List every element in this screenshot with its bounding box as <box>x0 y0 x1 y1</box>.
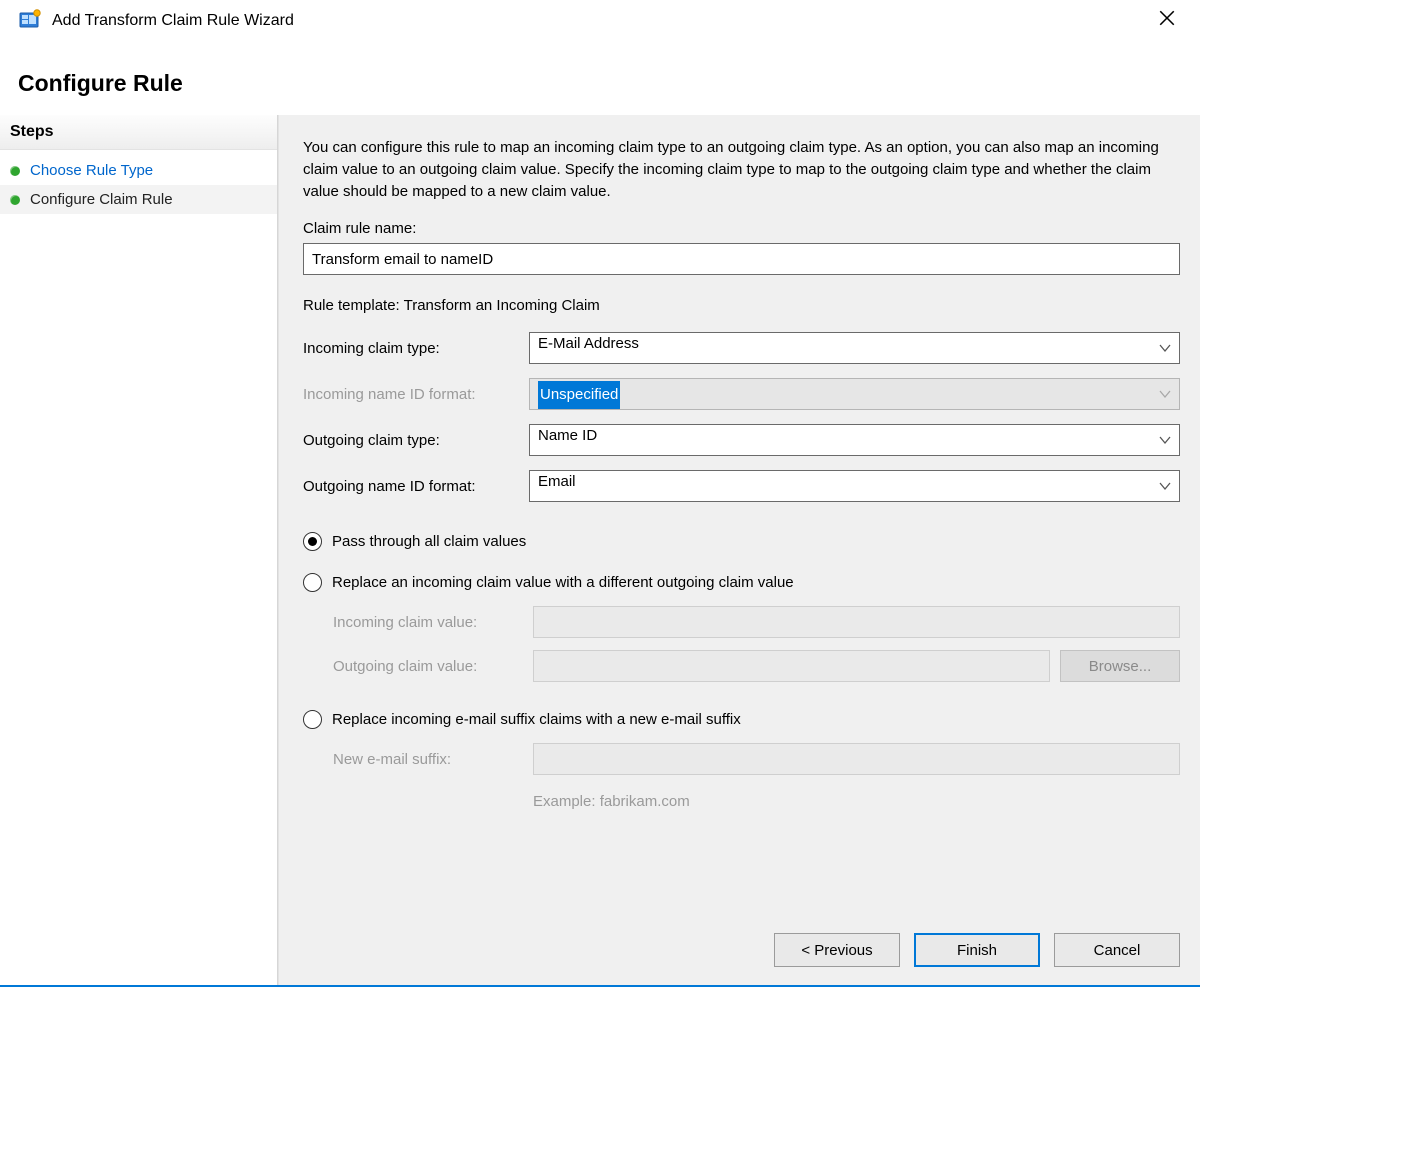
example-row: Example: fabrikam.com <box>333 785 1180 810</box>
window-title: Add Transform Claim Rule Wizard <box>52 10 1152 30</box>
outgoing-claim-value-label: Outgoing claim value: <box>333 658 523 675</box>
radio-icon <box>303 710 322 729</box>
incoming-name-id-format-label: Incoming name ID format: <box>303 386 523 403</box>
radio-replace-value[interactable]: Replace an incoming claim value with a d… <box>303 573 1180 592</box>
radio-icon <box>303 573 322 592</box>
outgoing-name-id-format-value: Email <box>538 473 576 490</box>
example-text: Example: fabrikam.com <box>533 785 1180 810</box>
claim-type-grid: Incoming claim type: E-Mail Address Inco… <box>303 332 1180 502</box>
finish-button[interactable]: Finish <box>914 933 1040 967</box>
radio-replace-suffix-label: Replace incoming e-mail suffix claims wi… <box>332 711 741 728</box>
rule-template-text: Rule template: Transform an Incoming Cla… <box>303 297 1180 314</box>
incoming-name-id-format-select: Unspecified <box>529 378 1180 410</box>
wizard-window: Add Transform Claim Rule Wizard Configur… <box>0 0 1200 987</box>
new-email-suffix-input <box>533 743 1180 775</box>
incoming-claim-type-select[interactable]: E-Mail Address <box>529 332 1180 364</box>
radio-replace-value-label: Replace an incoming claim value with a d… <box>332 574 794 591</box>
radio-pass-through[interactable]: Pass through all claim values <box>303 532 1180 551</box>
titlebar: Add Transform Claim Rule Wizard <box>0 0 1200 38</box>
incoming-name-id-format-value: Unspecified <box>538 381 620 409</box>
browse-button: Browse... <box>1060 650 1180 682</box>
step-bullet-icon <box>10 195 20 205</box>
previous-button[interactable]: < Previous <box>774 933 900 967</box>
outgoing-claim-type-value: Name ID <box>538 427 597 444</box>
wizard-body: Steps Choose Rule Type Configure Claim R… <box>0 115 1200 985</box>
new-email-suffix-label: New e-mail suffix: <box>333 751 523 768</box>
steps-sidebar: Steps Choose Rule Type Configure Claim R… <box>0 115 278 985</box>
close-icon[interactable] <box>1152 9 1182 31</box>
steps-header: Steps <box>0 115 277 150</box>
incoming-claim-type-value: E-Mail Address <box>538 335 639 352</box>
wizard-icon <box>18 8 42 32</box>
claim-rule-name-input[interactable] <box>303 243 1180 275</box>
replace-value-fields: Incoming claim value: Outgoing claim val… <box>333 606 1180 682</box>
incoming-claim-type-label: Incoming claim type: <box>303 340 523 357</box>
step-label: Configure Claim Rule <box>30 191 173 208</box>
outgoing-claim-type-label: Outgoing claim type: <box>303 432 523 449</box>
step-list: Choose Rule Type Configure Claim Rule <box>0 150 277 214</box>
step-bullet-icon <box>10 166 20 176</box>
step-label: Choose Rule Type <box>30 162 153 179</box>
radio-icon <box>303 532 322 551</box>
page-title: Configure Rule <box>0 38 1200 115</box>
outgoing-name-id-format-select[interactable]: Email <box>529 470 1180 502</box>
outgoing-claim-type-select[interactable]: Name ID <box>529 424 1180 456</box>
wizard-footer: < Previous Finish Cancel <box>303 903 1180 967</box>
radio-pass-through-label: Pass through all claim values <box>332 533 526 550</box>
step-choose-rule-type[interactable]: Choose Rule Type <box>0 156 277 185</box>
radio-replace-suffix[interactable]: Replace incoming e-mail suffix claims wi… <box>303 710 1180 729</box>
main-content: You can configure this rule to map an in… <box>278 115 1200 985</box>
intro-text: You can configure this rule to map an in… <box>303 137 1180 202</box>
replace-suffix-fields: New e-mail suffix: <box>333 743 1180 775</box>
incoming-claim-value-label: Incoming claim value: <box>333 614 523 631</box>
outgoing-claim-value-input <box>533 650 1050 682</box>
incoming-claim-value-input <box>533 606 1180 638</box>
step-configure-claim-rule[interactable]: Configure Claim Rule <box>0 185 277 214</box>
cancel-button[interactable]: Cancel <box>1054 933 1180 967</box>
claim-rule-name-label: Claim rule name: <box>303 220 1180 237</box>
outgoing-name-id-format-label: Outgoing name ID format: <box>303 478 523 495</box>
